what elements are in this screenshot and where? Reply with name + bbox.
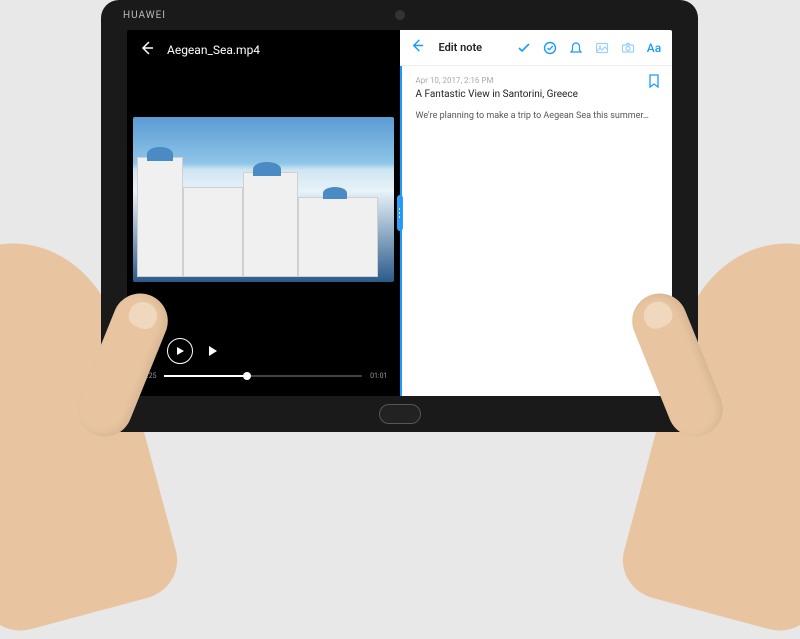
front-camera	[395, 10, 405, 20]
next-track-icon[interactable]	[207, 344, 221, 358]
split-screen: Aegean_Sea.mp4	[127, 30, 672, 396]
note-timestamp: Apr 10, 2017, 2:16 PM	[416, 76, 659, 85]
reminder-bell-icon[interactable]	[568, 40, 584, 56]
back-arrow-icon[interactable]	[139, 40, 155, 60]
notes-header: Edit note	[400, 30, 673, 66]
home-button[interactable]	[379, 404, 421, 424]
notes-toolbar: Aa	[516, 40, 662, 56]
timeline: 00:25 01:01	[139, 372, 388, 380]
notes-header-title: Edit note	[433, 41, 509, 54]
notes-editor[interactable]: Apr 10, 2017, 2:16 PM A Fantastic View i…	[400, 66, 673, 396]
notes-pane: Edit note	[400, 30, 673, 396]
total-time: 01:01	[370, 372, 387, 380]
device-brand: HUAWEI	[123, 10, 166, 21]
seek-fill	[164, 375, 247, 377]
tablet-frame: HUAWEI Aegean_Sea.mp4	[101, 0, 698, 432]
video-viewport[interactable]	[127, 70, 400, 328]
image-icon[interactable]	[594, 40, 610, 56]
seek-knob[interactable]	[243, 372, 251, 380]
checkmark-icon[interactable]	[516, 40, 532, 56]
text-format-button[interactable]: Aa	[646, 40, 662, 56]
camera-icon[interactable]	[620, 40, 636, 56]
video-controls: 00:25 01:01	[127, 328, 400, 396]
note-title[interactable]: A Fantastic View in Santorini, Greece	[416, 89, 659, 100]
bookmark-icon[interactable]	[648, 74, 660, 92]
video-frame	[133, 117, 394, 282]
play-button[interactable]	[167, 338, 193, 364]
note-body-text[interactable]: We're planning to make a trip to Aegean …	[416, 110, 659, 123]
transport-controls	[139, 338, 388, 364]
seek-bar[interactable]	[164, 375, 362, 377]
todo-icon[interactable]	[542, 40, 558, 56]
video-player-pane: Aegean_Sea.mp4	[127, 30, 400, 396]
video-header: Aegean_Sea.mp4	[127, 30, 400, 70]
video-file-name: Aegean_Sea.mp4	[167, 43, 260, 57]
notes-back-icon[interactable]	[410, 38, 425, 57]
